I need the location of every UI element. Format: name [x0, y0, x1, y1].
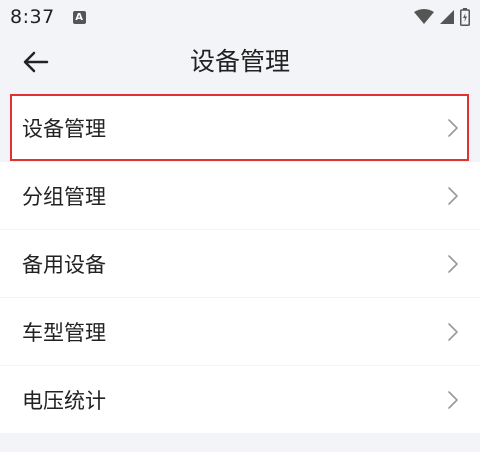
- chevron-right-icon: [448, 118, 458, 137]
- status-icons: [414, 8, 470, 26]
- status-left: 8:37 A: [10, 6, 86, 28]
- battery-icon: [460, 8, 470, 26]
- menu-item-group-management[interactable]: 分组管理: [0, 162, 480, 229]
- notification-icon: A: [72, 10, 86, 24]
- chevron-right-icon: [448, 322, 458, 341]
- wifi-icon: [414, 9, 434, 24]
- chevron-right-icon: [448, 254, 458, 273]
- menu-item-label: 备用设备: [22, 252, 106, 277]
- chevron-right-icon: [448, 390, 458, 409]
- menu-item-device-management[interactable]: 设备管理: [10, 94, 469, 161]
- back-button[interactable]: [20, 46, 52, 78]
- status-bar: 8:37 A: [0, 0, 480, 34]
- menu-item-label: 分组管理: [22, 184, 106, 209]
- menu-item-voltage-statistics[interactable]: 电压统计: [0, 366, 480, 433]
- app-header: 设备管理: [0, 34, 480, 90]
- menu-item-vehicle-model-management[interactable]: 车型管理: [0, 298, 480, 365]
- page-title: 设备管理: [189, 47, 290, 76]
- signal-icon: [440, 10, 454, 24]
- arrow-left-icon: [23, 51, 49, 73]
- menu-item-label: 设备管理: [22, 116, 106, 141]
- chevron-right-icon: [448, 186, 458, 205]
- status-time: 8:37: [10, 6, 55, 28]
- menu-list: 设备管理 分组管理 备用设备 车型管理 电压统计: [0, 94, 480, 434]
- menu-item-label: 电压统计: [22, 388, 106, 413]
- menu-item-spare-devices[interactable]: 备用设备: [0, 230, 480, 297]
- menu-item-label: 车型管理: [22, 320, 106, 345]
